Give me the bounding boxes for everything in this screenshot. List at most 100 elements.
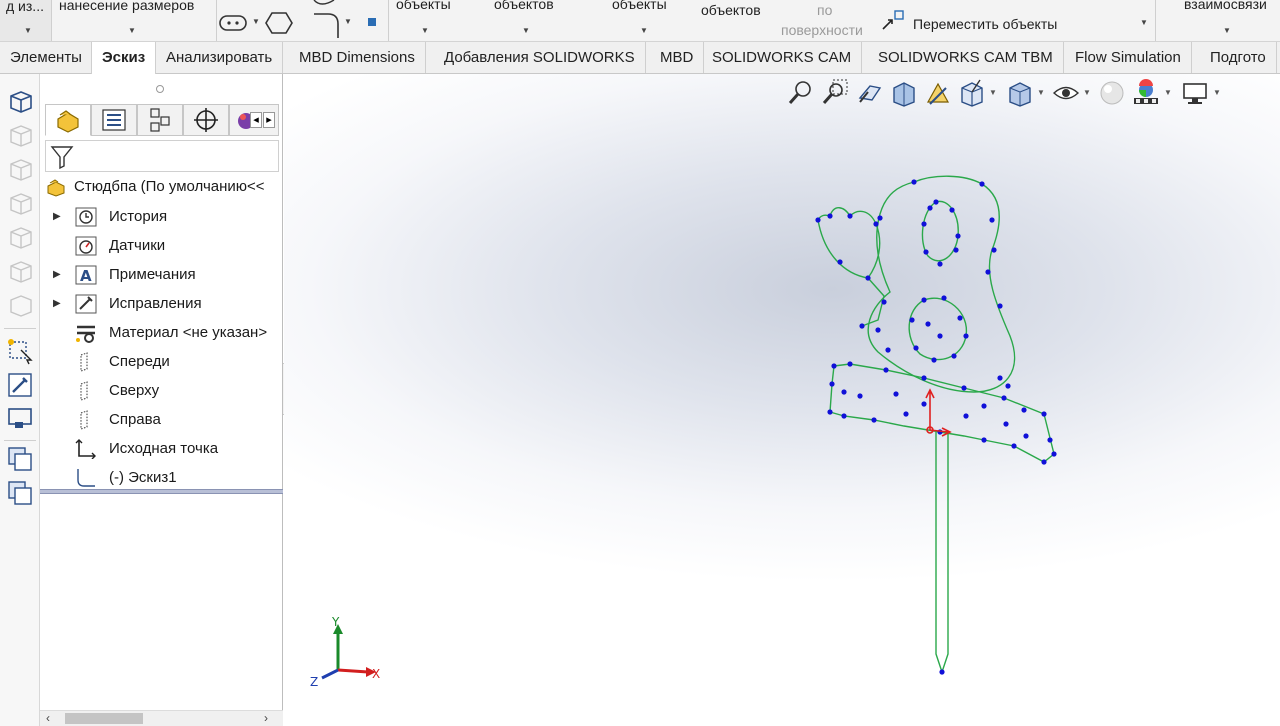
tree-filter[interactable] <box>45 140 279 172</box>
display-icon[interactable] <box>5 404 35 434</box>
view-cube-icon[interactable] <box>5 188 35 218</box>
view-cube-icon[interactable] <box>5 86 35 116</box>
fillet-tool-icon[interactable] <box>310 10 344 38</box>
tools-icon[interactable] <box>5 370 35 400</box>
copy-icon[interactable] <box>5 478 35 508</box>
tab-evaluate[interactable]: Анализировать <box>156 42 284 73</box>
chevron-down-icon[interactable]: ▼ <box>1140 18 1148 27</box>
sketch-point <box>1003 421 1009 427</box>
select-icon[interactable] <box>5 336 35 366</box>
arc-tool-icon[interactable] <box>306 0 336 10</box>
chevron-down-icon[interactable]: ▼ <box>989 88 997 97</box>
chevron-down-icon[interactable]: ▼ <box>1223 26 1231 35</box>
tree-item-fixes[interactable]: ▶ Исправления <box>53 291 275 317</box>
sketch-point <box>963 413 969 419</box>
sketch-point <box>881 299 887 305</box>
smart-dimension-label[interactable]: нанесение размеров <box>59 0 194 13</box>
chevron-down-icon[interactable]: ▼ <box>128 26 136 35</box>
rollback-bar[interactable] <box>40 489 283 494</box>
tab-feature-tree[interactable] <box>45 104 91 136</box>
chevron-down-icon[interactable]: ▼ <box>1083 88 1091 97</box>
tree-root-part[interactable]: Стюдбпа (По умолчанию<< <box>45 174 283 200</box>
expand-arrow-icon[interactable]: ▶ <box>53 291 61 317</box>
tab-prepare[interactable]: Подгото <box>1200 42 1277 73</box>
zoom-to-area-icon[interactable] <box>821 78 849 108</box>
tab-configuration-manager[interactable] <box>137 104 183 136</box>
graphics-area[interactable]: Y X Z <box>284 74 1280 726</box>
chevron-down-icon[interactable]: ▼ <box>344 17 352 26</box>
chevron-down-icon[interactable]: ▼ <box>1164 88 1172 97</box>
tree-item-front-plane[interactable]: Спереди <box>75 349 275 375</box>
view-orientation-icon[interactable] <box>958 78 986 108</box>
tree-item-origin[interactable]: Исходная точка <box>75 436 275 462</box>
sketch-point <box>939 669 945 675</box>
tab-solidworks-addins[interactable]: Добавления SOLIDWORKS <box>434 42 646 73</box>
view-cube-icon[interactable] <box>5 222 35 252</box>
copy-icon[interactable] <box>5 444 35 474</box>
ribbon-item-label[interactable]: объекты <box>612 0 667 12</box>
view-cube-icon[interactable] <box>5 290 35 320</box>
chevron-down-icon[interactable]: ▼ <box>640 26 648 35</box>
view-cube-icon[interactable] <box>5 120 35 150</box>
tab-mbd[interactable]: MBD <box>650 42 705 73</box>
move-entities-button[interactable]: Переместить объекты <box>913 16 1057 32</box>
sketch-point <box>1051 451 1057 457</box>
dynamic-annotation-icon[interactable] <box>924 78 952 108</box>
point-tool-icon[interactable] <box>364 14 380 30</box>
view-cube-icon[interactable] <box>5 154 35 184</box>
tree-item-right-plane[interactable]: Справа <box>75 407 275 433</box>
tab-property-manager[interactable] <box>91 104 137 136</box>
zoom-to-fit-icon[interactable] <box>787 78 815 108</box>
hide-show-items-icon[interactable] <box>1052 78 1080 108</box>
chevron-down-icon[interactable]: ▼ <box>252 17 260 26</box>
ribbon-item-label[interactable]: объектов <box>494 0 554 12</box>
tree-item-annotations[interactable]: ▶ A Примечания <box>53 262 275 288</box>
chevron-down-icon[interactable]: ▼ <box>1213 88 1221 97</box>
chevron-left-icon[interactable]: ◂ <box>250 112 262 128</box>
sketch-point <box>911 179 917 185</box>
polygon-tool-icon[interactable] <box>264 10 294 36</box>
ribbon-button-left[interactable]: д из... ▼ <box>0 0 52 41</box>
tree-item-sensors[interactable]: Датчики <box>75 233 275 259</box>
tree-item-material[interactable]: Материал <не указан> <box>75 320 280 346</box>
tab-features[interactable]: Элементы <box>0 42 93 73</box>
tab-dimxpert[interactable] <box>183 104 229 136</box>
tree-horizontal-scrollbar[interactable]: ‹ › <box>40 710 283 726</box>
chevron-down-icon[interactable]: ▼ <box>522 26 530 35</box>
apply-scene-icon[interactable] <box>1132 78 1160 108</box>
tab-sketch[interactable]: Эскиз <box>91 42 157 74</box>
expand-arrow-icon[interactable]: ▶ <box>53 262 61 288</box>
tab-flow-simulation[interactable]: Flow Simulation <box>1065 42 1192 73</box>
chevron-down-icon[interactable]: ▼ <box>1037 88 1045 97</box>
axis-triad: Y X Z <box>310 615 380 689</box>
ribbon-item-label[interactable]: объектов <box>701 2 761 18</box>
chevron-right-icon[interactable]: › <box>264 711 268 725</box>
sketch-point <box>1011 443 1017 449</box>
tab-solidworks-cam-tbm[interactable]: SOLIDWORKS CAM TBM <box>868 42 1064 73</box>
scrollbar-thumb[interactable] <box>65 713 143 724</box>
sketch-point <box>989 217 995 223</box>
display-style-icon[interactable] <box>1006 78 1034 108</box>
chevron-right-icon[interactable]: ▸ <box>263 112 275 128</box>
tab-solidworks-cam[interactable]: SOLIDWORKS CAM <box>702 42 863 73</box>
slot-tool-icon[interactable] <box>218 12 250 34</box>
chevron-left-icon[interactable]: ‹ <box>46 711 50 725</box>
chevron-down-icon[interactable]: ▼ <box>421 26 429 35</box>
tab-mbd-dimensions[interactable]: MBD Dimensions <box>289 42 426 73</box>
section-view-icon[interactable] <box>890 78 918 108</box>
edit-appearance-icon[interactable] <box>1098 78 1126 108</box>
tree-item-top-plane[interactable]: Сверху <box>75 378 275 404</box>
panel-grip[interactable] <box>156 85 164 93</box>
view-cube-icon[interactable] <box>5 256 35 286</box>
sketch-drawing[interactable] <box>284 74 1280 726</box>
tree-item-label: Спереди <box>109 353 170 370</box>
previous-view-icon[interactable] <box>856 78 884 108</box>
configuration-icon <box>150 108 170 132</box>
expand-arrow-icon[interactable]: ▶ <box>53 204 61 230</box>
ribbon-item-label[interactable]: объекты <box>396 0 451 12</box>
view-settings-icon[interactable] <box>1181 78 1209 108</box>
tree-item-history[interactable]: ▶ История <box>53 204 275 230</box>
tree-item-sketch1[interactable]: (-) Эскиз1 <box>75 465 275 491</box>
ribbon-item-label[interactable]: взаимосвязи <box>1184 0 1267 12</box>
tab-display-manager[interactable]: ◂ ▸ <box>229 104 279 136</box>
